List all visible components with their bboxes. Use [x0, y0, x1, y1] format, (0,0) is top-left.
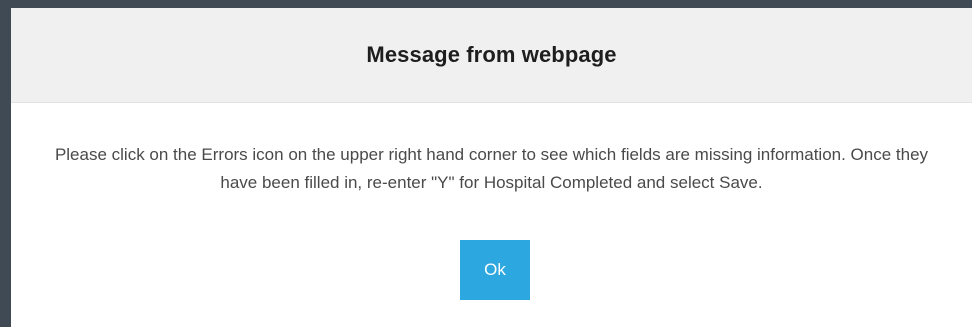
backdrop-text-fragment: ▔▔▔▔ — [128, 0, 162, 8]
backdrop-text-fragment: ▔▔▔▔ — [16, 0, 50, 8]
dialog-message: Please click on the Errors icon on the u… — [54, 145, 929, 192]
dialog-title: Message from webpage — [366, 42, 617, 67]
ok-button[interactable]: Ok — [460, 240, 530, 300]
dialog-header: Message from webpage — [11, 8, 972, 103]
message-dialog: Message from webpage Please click on the… — [11, 8, 972, 327]
